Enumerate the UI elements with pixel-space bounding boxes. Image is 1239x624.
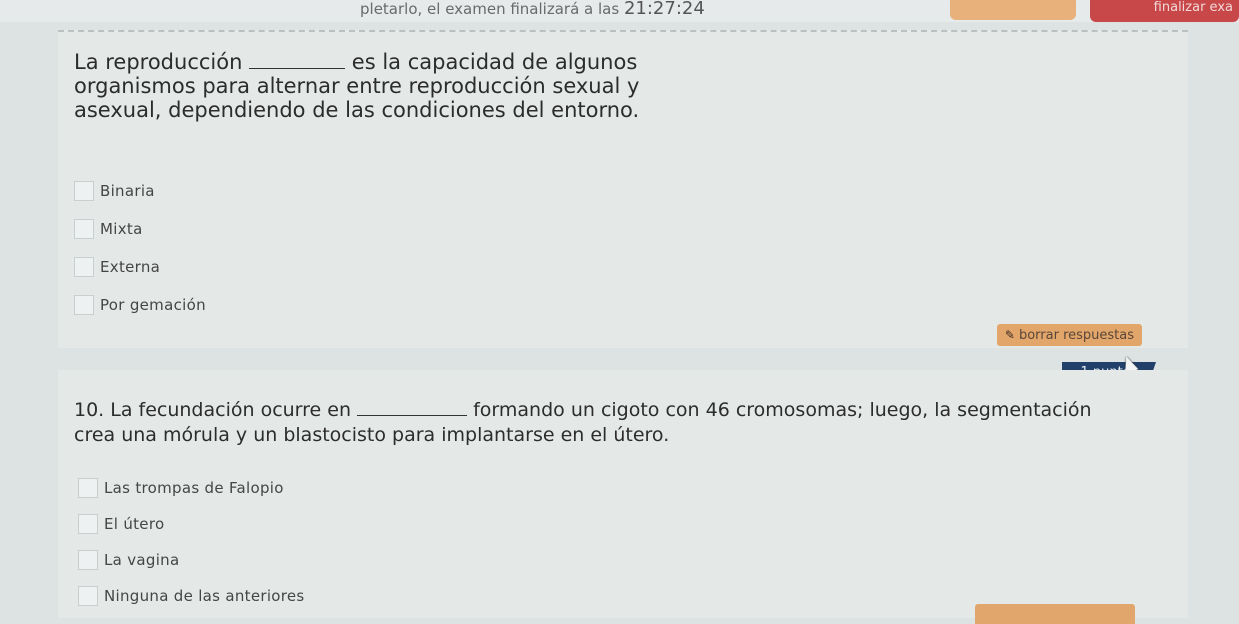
option-label: Las trompas de Falopio <box>104 479 284 497</box>
option-label: El útero <box>104 515 165 533</box>
question-1-options: Binaria Mixta Externa Por gemación <box>74 172 206 324</box>
question-10-text-before: 10. La fecundación ocurre en <box>74 399 352 421</box>
option-checkbox[interactable] <box>78 550 98 570</box>
pencil-icon: ✎ <box>1004 328 1015 342</box>
exam-timer-notice: pletarlo, el examen finalizará a las 21:… <box>360 0 705 18</box>
top-action-button[interactable] <box>950 0 1076 20</box>
option-ninguna[interactable]: Ninguna de las anteriores <box>78 578 305 614</box>
option-checkbox[interactable] <box>78 478 98 498</box>
clear-answers-button[interactable]: ✎ borrar respuestas <box>996 324 1142 346</box>
option-label: Externa <box>100 258 161 276</box>
question-card-1: La reproducción es la capacidad de algun… <box>58 30 1188 348</box>
question-card-10: 10. La fecundación ocurre en formando un… <box>58 370 1188 618</box>
question-1-text: La reproducción es la capacidad de algun… <box>74 50 704 122</box>
option-la-vagina[interactable]: La vagina <box>78 542 305 578</box>
option-label: Ninguna de las anteriores <box>104 587 305 605</box>
question-1-text-before: La reproducción <box>74 50 243 74</box>
option-checkbox[interactable] <box>78 586 98 606</box>
finish-exam-button[interactable]: finalizar exa <box>1090 0 1239 22</box>
option-por-gemacion[interactable]: Por gemación <box>74 286 206 324</box>
option-checkbox[interactable] <box>78 514 98 534</box>
option-checkbox[interactable] <box>74 257 94 277</box>
question-10-options: Las trompas de Falopio El útero La vagin… <box>78 470 305 614</box>
option-label: La vagina <box>104 551 180 569</box>
option-label: Mixta <box>100 220 143 238</box>
top-bar: pletarlo, el examen finalizará a las 21:… <box>0 0 1239 22</box>
timer-notice-text: pletarlo, el examen finalizará a las <box>360 0 620 18</box>
option-label: Por gemación <box>100 296 206 314</box>
exam-end-time: 21:27:24 <box>623 0 705 19</box>
option-trompas-de-falopio[interactable]: Las trompas de Falopio <box>78 470 305 506</box>
option-mixta[interactable]: Mixta <box>74 210 206 248</box>
option-checkbox[interactable] <box>74 219 94 239</box>
option-checkbox[interactable] <box>74 295 94 315</box>
question-10-text: 10. La fecundación ocurre en formando un… <box>74 398 1134 448</box>
clear-answers-label: borrar respuestas <box>1018 328 1134 343</box>
question-10-blank <box>357 401 468 416</box>
finish-exam-label: finalizar exa <box>1153 0 1233 15</box>
clear-answers-button-2[interactable] <box>975 604 1135 624</box>
option-checkbox[interactable] <box>74 181 94 201</box>
option-externa[interactable]: Externa <box>74 248 206 286</box>
question-1-blank <box>249 54 346 69</box>
option-el-utero[interactable]: El útero <box>78 506 305 542</box>
option-label: Binaria <box>100 182 155 200</box>
option-binaria[interactable]: Binaria <box>74 172 206 210</box>
